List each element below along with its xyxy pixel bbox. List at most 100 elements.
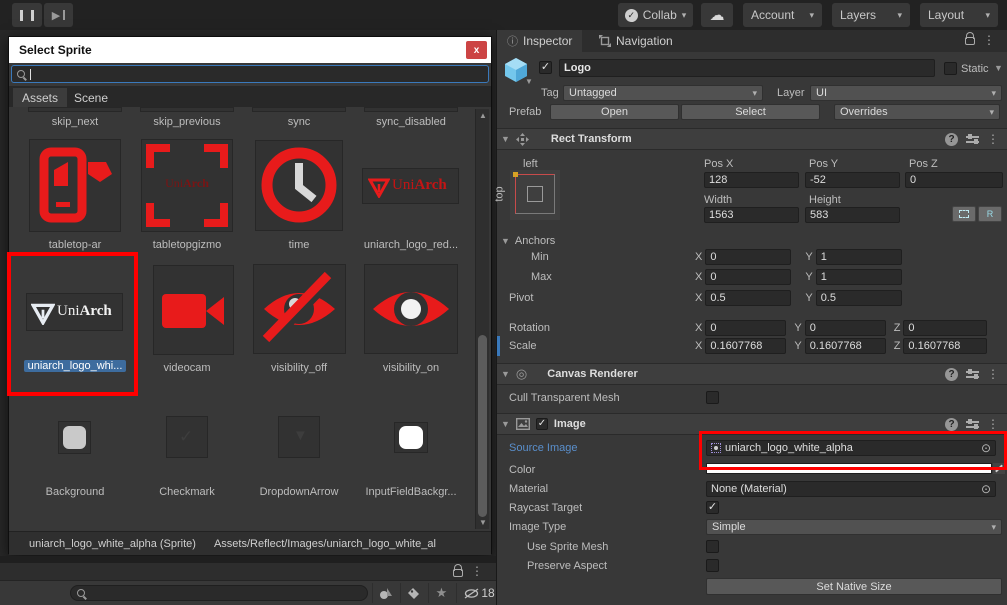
sprite-search-input[interactable]: [11, 65, 489, 83]
prefab-open-button[interactable]: Open: [550, 104, 679, 120]
grid-scrollbar[interactable]: ▲ ▼: [475, 109, 489, 529]
min-y-field[interactable]: 1: [816, 249, 902, 265]
material-field[interactable]: None (Material) ⊙: [706, 481, 996, 497]
cull-transparent-mesh-checkbox[interactable]: [706, 391, 719, 404]
cloud-button[interactable]: ☁: [701, 3, 733, 27]
filter-by-type-button[interactable]: [372, 583, 398, 603]
height-field[interactable]: 583: [805, 207, 900, 223]
sprite-tabletop-ar[interactable]: [29, 139, 121, 232]
sprite-visibility-on[interactable]: [364, 264, 458, 354]
active-checkbox[interactable]: ✓: [539, 61, 552, 74]
layout-dropdown[interactable]: Layout ▾: [920, 3, 998, 27]
presets-icon[interactable]: [966, 369, 979, 380]
anchors-foldout[interactable]: ▼ Anchors: [501, 233, 555, 249]
help-icon[interactable]: ?: [945, 133, 958, 146]
tab-navigation[interactable]: Navigation: [589, 30, 683, 52]
foldout-icon[interactable]: ▼: [501, 419, 510, 429]
sprite-videocam[interactable]: [153, 265, 234, 355]
sprite-inputfieldbackground[interactable]: [394, 422, 428, 453]
presets-icon[interactable]: [966, 419, 979, 430]
scale-y-field[interactable]: 0.1607768: [805, 338, 886, 354]
sprite-time[interactable]: [255, 140, 343, 231]
scrollbar-thumb[interactable]: [478, 335, 487, 517]
help-icon[interactable]: ?: [945, 368, 958, 381]
kebab-menu-icon[interactable]: ⋮: [987, 132, 999, 146]
sprite-tabletopgizmo[interactable]: UniArch: [141, 139, 233, 232]
image-type-dropdown[interactable]: Simple ▾: [706, 519, 1002, 535]
filter-by-label-button[interactable]: [400, 583, 426, 603]
tab-assets[interactable]: Assets: [13, 88, 67, 107]
sprite-checkmark[interactable]: ✓: [166, 416, 208, 458]
sprite-sync[interactable]: [252, 107, 346, 112]
gameobject-name-field[interactable]: Logo: [559, 59, 935, 77]
tag-dropdown[interactable]: Untagged ▾: [563, 85, 763, 101]
presets-icon[interactable]: [966, 134, 979, 145]
pivot-x-field[interactable]: 0.5: [705, 290, 791, 306]
raw-edit-button[interactable]: R: [978, 206, 1002, 222]
sprite-uniarch-logo-white[interactable]: UniArch: [26, 293, 123, 331]
icon-picker-arrow[interactable]: ▼: [525, 77, 533, 86]
pos-z-field[interactable]: 0: [905, 172, 1003, 188]
select-sprite-titlebar[interactable]: Select Sprite x: [9, 37, 491, 63]
project-search-input[interactable]: [70, 585, 368, 601]
tab-scene[interactable]: Scene: [65, 88, 117, 107]
sprite-uniarch-logo-red[interactable]: UniArch: [362, 168, 459, 204]
blueprint-mode-button[interactable]: [952, 206, 976, 222]
sprite-skip-previous[interactable]: [140, 107, 234, 112]
lock-icon[interactable]: [453, 569, 463, 577]
layers-dropdown[interactable]: Layers ▾: [832, 3, 910, 27]
scale-x-field[interactable]: 0.1607768: [705, 338, 786, 354]
raycast-target-checkbox[interactable]: ✓: [706, 501, 719, 514]
pos-x-field[interactable]: 128: [704, 172, 799, 188]
sprite-background[interactable]: [58, 421, 91, 454]
scale-z-field[interactable]: 0.1607768: [903, 338, 987, 354]
rotation-x-field[interactable]: 0: [705, 320, 786, 336]
max-x-field[interactable]: 0: [705, 269, 791, 285]
scroll-up-icon[interactable]: ▲: [476, 111, 490, 120]
prefab-overrides-dropdown[interactable]: Overrides ▾: [834, 104, 1000, 120]
object-picker-icon[interactable]: ⊙: [981, 442, 991, 454]
layer-dropdown[interactable]: UI ▾: [810, 85, 1002, 101]
use-sprite-mesh-checkbox[interactable]: [706, 540, 719, 553]
image-enabled-checkbox[interactable]: ✓: [536, 418, 548, 430]
max-y-field[interactable]: 1: [816, 269, 902, 285]
pos-y-field[interactable]: -52: [805, 172, 900, 188]
kebab-menu-icon[interactable]: ⋮: [471, 564, 483, 578]
canvas-renderer-header[interactable]: ▼ ◎ Canvas Renderer ? ⋮: [497, 363, 1007, 385]
prefab-select-button[interactable]: Select: [681, 104, 820, 120]
rotation-y-field[interactable]: 0: [805, 320, 886, 336]
rect-transform-header[interactable]: ▼ Rect Transform ? ⋮: [497, 128, 1007, 150]
kebab-menu-icon[interactable]: ⋮: [983, 33, 995, 47]
scroll-down-icon[interactable]: ▼: [476, 518, 490, 527]
collab-button[interactable]: ✓ Collab ▾: [618, 3, 693, 27]
help-icon[interactable]: ?: [945, 418, 958, 431]
min-x-field[interactable]: 0: [705, 249, 791, 265]
account-dropdown[interactable]: Account ▾: [743, 3, 822, 27]
width-field[interactable]: 1563: [704, 207, 799, 223]
preserve-aspect-checkbox[interactable]: [706, 559, 719, 572]
anchor-preset-button[interactable]: [510, 170, 560, 220]
pause-button[interactable]: [12, 3, 42, 27]
color-swatch[interactable]: [706, 463, 992, 474]
favorites-button[interactable]: ★: [428, 583, 454, 603]
rotation-z-field[interactable]: 0: [903, 320, 987, 336]
kebab-menu-icon[interactable]: ⋮: [987, 417, 999, 431]
kebab-menu-icon[interactable]: ⋮: [987, 367, 999, 381]
lock-icon[interactable]: [965, 37, 975, 45]
pivot-y-field[interactable]: 0.5: [816, 290, 902, 306]
sprite-skip-next[interactable]: [28, 107, 122, 112]
close-button[interactable]: x: [466, 41, 487, 59]
eyedropper-button[interactable]: [993, 463, 1005, 474]
step-button[interactable]: ▶: [44, 3, 73, 27]
foldout-icon[interactable]: ▼: [501, 369, 510, 379]
foldout-icon[interactable]: ▼: [501, 134, 510, 144]
image-header[interactable]: ▼ ✓ Image ? ⋮: [497, 413, 1007, 435]
static-dropdown-arrow[interactable]: ▼: [994, 63, 1003, 73]
object-picker-icon[interactable]: ⊙: [981, 483, 991, 495]
tab-inspector[interactable]: ⓘ Inspector: [497, 30, 582, 52]
sprite-visibility-off[interactable]: [253, 264, 346, 354]
sprite-dropdownarrow[interactable]: ▼: [278, 416, 320, 458]
set-native-size-button[interactable]: Set Native Size: [706, 578, 1002, 595]
sprite-sync-disabled[interactable]: [364, 107, 458, 112]
static-checkbox[interactable]: [944, 62, 957, 75]
